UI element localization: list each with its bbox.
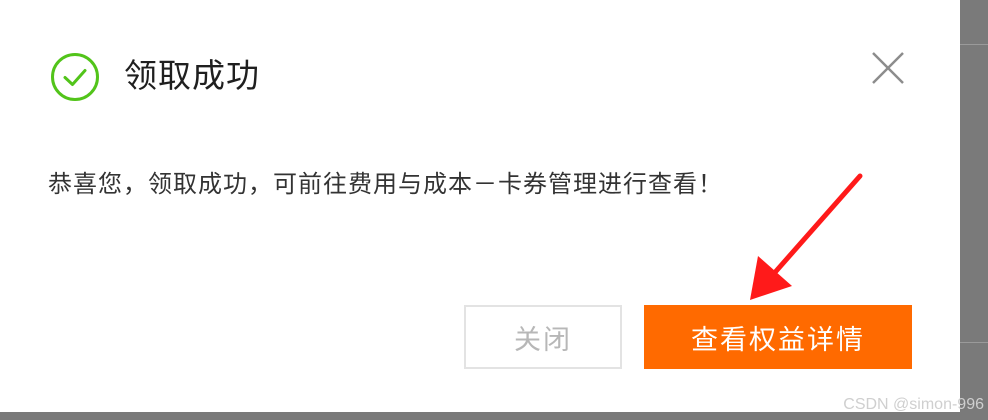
page-backdrop-bottom — [0, 412, 988, 420]
dialog-title: 领取成功 — [124, 56, 260, 95]
check-circle-icon — [50, 52, 100, 102]
close-icon[interactable] — [868, 48, 908, 88]
dialog-message: 恭喜您，领取成功，可前往费用与成本－卡券管理进行查看！ — [48, 170, 723, 198]
screenshot-stage: 领取成功 恭喜您，领取成功，可前往费用与成本－卡券管理进行查看！ 关闭 查看权益… — [0, 0, 988, 420]
success-dialog: 领取成功 恭喜您，领取成功，可前往费用与成本－卡券管理进行查看！ 关闭 查看权益… — [0, 0, 960, 412]
close-button[interactable]: 关闭 — [464, 305, 622, 369]
view-benefits-button[interactable]: 查看权益详情 — [644, 305, 912, 369]
page-backdrop — [960, 0, 988, 420]
watermark: CSDN @simon-996 — [843, 396, 984, 413]
red-arrow-annotation — [750, 173, 863, 300]
